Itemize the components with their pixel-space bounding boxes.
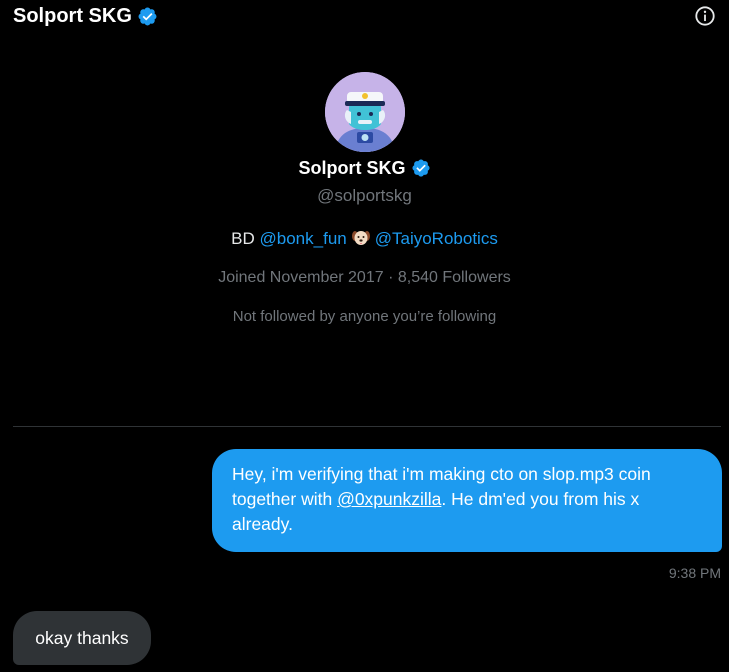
bio-prefix: BD: [231, 229, 255, 248]
profile-name-text: Solport SKG: [298, 157, 406, 178]
profile-handle: @solportskg: [317, 186, 412, 205]
outgoing-message-bubble[interactable]: Hey, i'm verifying that i'm making cto o…: [212, 449, 722, 552]
followed-by-info: Not followed by anyone you’re following: [232, 308, 497, 325]
verified-badge-icon: [411, 159, 430, 177]
info-icon[interactable]: [694, 5, 716, 27]
divider: [13, 426, 721, 427]
profile-bio: BD @bonk_fun @TaiyoRobotics: [0, 228, 729, 249]
profile-name: Solport SKG: [0, 156, 729, 180]
bio-mention-taiyorobotics[interactable]: @TaiyoRobotics: [375, 229, 498, 248]
dog-face-emoji: [351, 231, 370, 245]
message-timestamp: 9:38 PM: [668, 565, 721, 581]
avatar-image: [324, 72, 405, 152]
incoming-message-bubble[interactable]: okay thanks: [13, 611, 151, 665]
message-mention-0xpunkzilla[interactable]: @0xpunkzilla: [337, 489, 441, 509]
header-title[interactable]: Solport SKG: [13, 5, 158, 28]
bio-mention-bonk-fun[interactable]: @bonk_fun: [260, 229, 347, 248]
profile-summary[interactable]: Solport SKG @solportskg: [0, 72, 729, 206]
conversation-header: Solport SKG: [0, 0, 729, 36]
verified-badge-icon: [138, 7, 157, 26]
joined-and-followers: Joined November 2017 · 8,540 Followers: [218, 269, 511, 286]
avatar[interactable]: [324, 72, 405, 152]
message-text: okay thanks: [35, 627, 129, 648]
header-title-text: Solport SKG: [13, 5, 132, 27]
